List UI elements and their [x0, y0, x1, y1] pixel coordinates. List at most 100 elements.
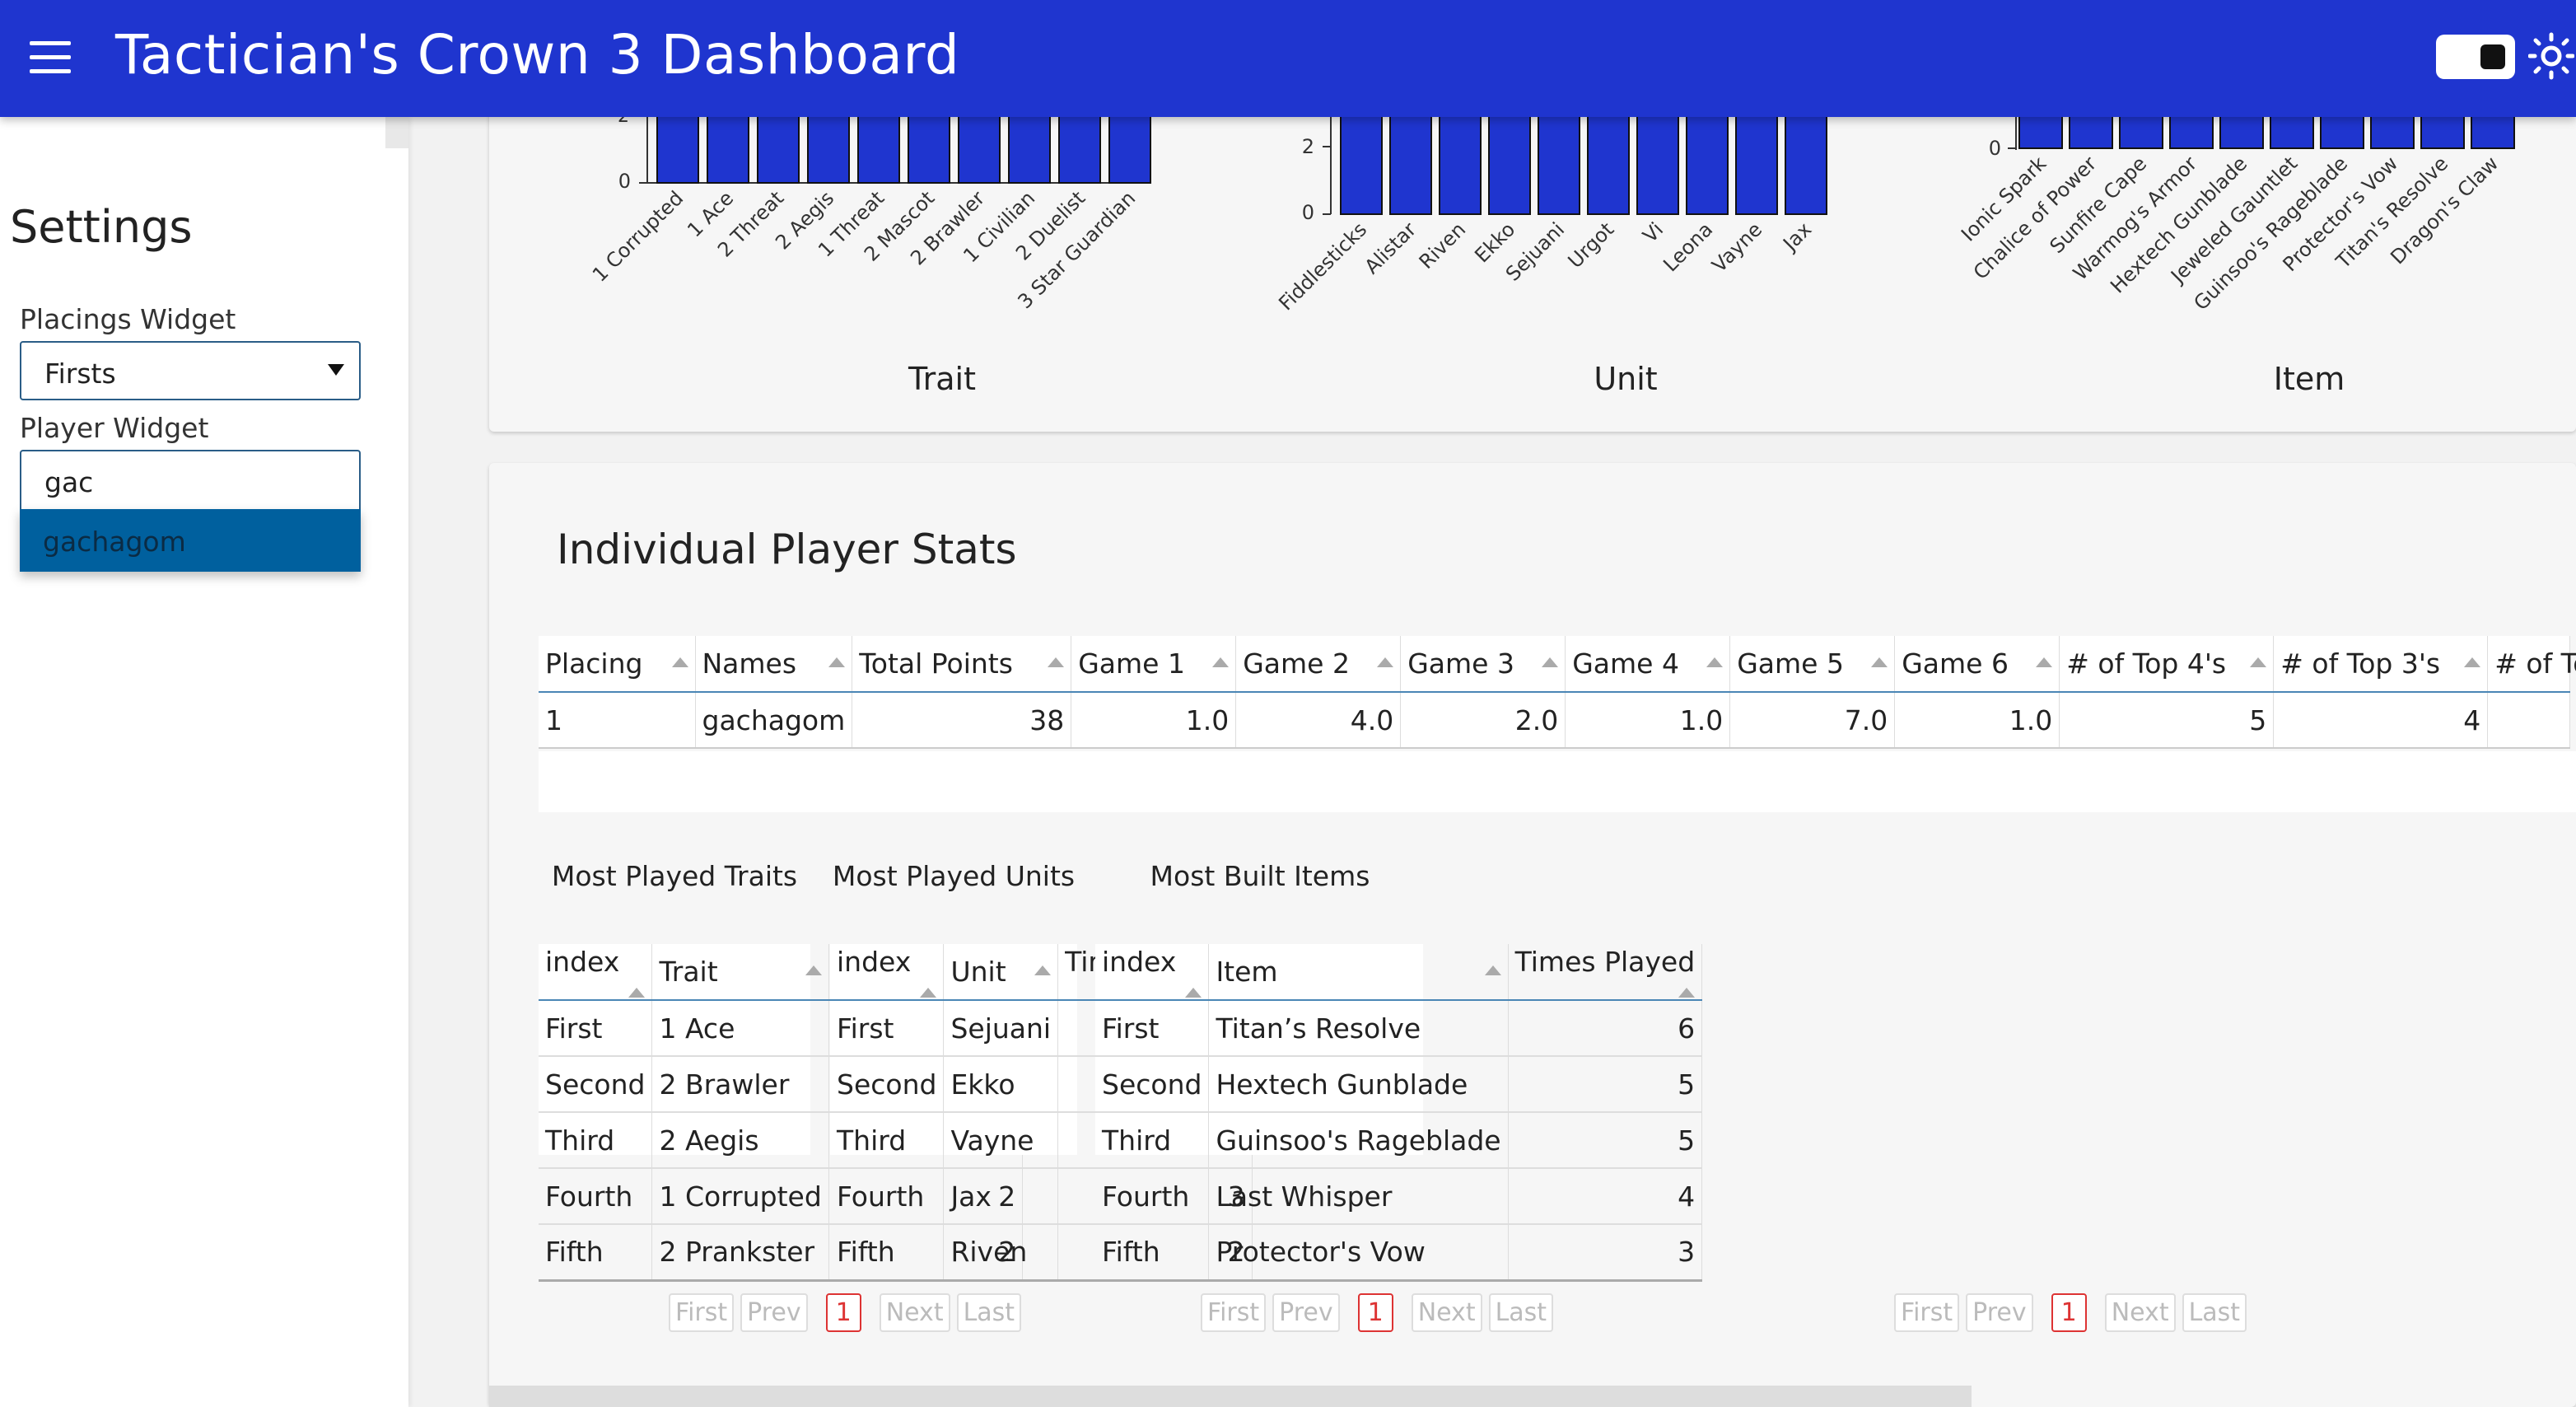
pager-last-button[interactable]: Last: [2182, 1293, 2247, 1332]
table-cell: Fourth: [830, 1168, 945, 1225]
player-input[interactable]: gac: [20, 450, 361, 512]
sort-icon[interactable]: [828, 657, 846, 667]
sort-icon[interactable]: [2250, 657, 2267, 667]
pager-first-button[interactable]: First: [1894, 1293, 1960, 1332]
unit-bar: [1735, 115, 1778, 215]
item-bar: [2018, 115, 2063, 149]
sort-icon[interactable]: [1871, 657, 1888, 667]
sort-icon[interactable]: [628, 988, 646, 998]
table-cell: gachagom: [695, 692, 853, 749]
sidebar-scrollbar[interactable]: [385, 117, 408, 148]
pager-next-button[interactable]: Next: [879, 1293, 950, 1332]
unit-axis-title: Unit: [1594, 361, 1658, 397]
column-header[interactable]: # of Top 4's: [2059, 636, 2275, 693]
sort-icon[interactable]: [1048, 657, 1065, 667]
placings-label: Placings Widget: [20, 303, 236, 335]
column-header[interactable]: # of To: [2487, 636, 2576, 693]
section-title: Individual Player Stats: [557, 526, 1017, 573]
column-header[interactable]: Names: [695, 636, 853, 693]
unit-bar: [1488, 115, 1531, 215]
table-cell: 1 Corrupted: [651, 1168, 829, 1225]
pager-last-button[interactable]: Last: [1488, 1293, 1554, 1332]
autocomplete-option[interactable]: gachagom: [20, 509, 361, 572]
pager-current-button[interactable]: 1: [825, 1293, 861, 1332]
column-header[interactable]: Game 5: [1729, 636, 1896, 693]
column-header[interactable]: index: [830, 944, 945, 1001]
sort-icon[interactable]: [1212, 657, 1230, 667]
trait-tick-label: 1 Corrupted: [588, 186, 688, 286]
pager-prev-button[interactable]: Prev: [740, 1293, 808, 1332]
app-title: Tactician's Crown 3 Dashboard: [115, 23, 960, 86]
menu-icon[interactable]: [30, 41, 71, 74]
table-cell: Protector's Vow: [1208, 1224, 1509, 1282]
pager-first-button[interactable]: First: [669, 1293, 735, 1332]
unit-bar: [1587, 115, 1630, 215]
table-cell: 1.0: [1071, 692, 1237, 749]
sort-icon[interactable]: [805, 965, 822, 975]
table-cell: Second: [1095, 1056, 1210, 1113]
player-label: Player Widget: [20, 412, 209, 444]
table-cell: Hextech Gunblade: [1208, 1056, 1509, 1113]
placings-select[interactable]: Firsts: [20, 341, 361, 400]
pager-last-button[interactable]: Last: [956, 1293, 1022, 1332]
column-header[interactable]: Trait: [651, 944, 829, 1001]
sort-icon[interactable]: [1034, 965, 1052, 975]
traits-table-title: Most Played Traits: [551, 860, 798, 892]
table-cell: 4.0: [1235, 692, 1402, 749]
item-bar: [2219, 115, 2264, 149]
unit-bar: [1389, 115, 1432, 215]
column-header[interactable]: Game 1: [1071, 636, 1237, 693]
pager-next-button[interactable]: Next: [1411, 1293, 1482, 1332]
item-bar: [2270, 115, 2314, 149]
column-header[interactable]: Total Points: [852, 636, 1072, 693]
pager-current-button[interactable]: 1: [1357, 1293, 1393, 1332]
table-row: Second Hextech Gunblade 5: [1095, 1056, 1703, 1113]
pager-next-button[interactable]: Next: [2104, 1293, 2176, 1332]
trait-bar: [958, 115, 1001, 184]
column-header[interactable]: Game 6: [1894, 636, 2060, 693]
column-header[interactable]: Item: [1208, 944, 1509, 1001]
table-cell: 6: [1508, 1000, 1703, 1057]
traits-table-wrapper: indexTraitTimes PlayedFirst1 Ace3Second2…: [539, 944, 1024, 1282]
table-cell: Fifth: [830, 1224, 945, 1282]
pager-prev-button[interactable]: Prev: [1966, 1293, 2033, 1332]
table-cell: Riven: [943, 1224, 1059, 1282]
column-header[interactable]: Game 2: [1235, 636, 1402, 693]
column-header[interactable]: index: [1095, 944, 1210, 1001]
sidebar-title: Settings: [10, 201, 193, 253]
horizontal-scrollbar[interactable]: [489, 1386, 1972, 1407]
theme-toggle[interactable]: [2436, 35, 2515, 79]
column-header[interactable]: Unit: [943, 944, 1059, 1001]
item-axis-title: Item: [2273, 361, 2345, 397]
item-bar: [2420, 115, 2465, 149]
table-cell: Fifth: [539, 1224, 653, 1282]
sort-icon[interactable]: [920, 988, 937, 998]
table-cell: [2487, 692, 2571, 749]
sort-icon[interactable]: [1678, 988, 1696, 998]
sort-icon[interactable]: [1484, 965, 1501, 975]
pager-prev-button[interactable]: Prev: [1272, 1293, 1340, 1332]
table-cell: 4: [1508, 1168, 1703, 1225]
app-header: Tactician's Crown 3 Dashboard: [0, 0, 2576, 117]
pager-current-button[interactable]: 1: [2051, 1293, 2087, 1332]
table-row: Fourth Last Whisper 4: [1095, 1168, 1703, 1225]
sort-icon[interactable]: [1185, 988, 1202, 998]
table-cell: 2 Prankster: [651, 1224, 829, 1282]
table-cell: Fourth: [1095, 1168, 1210, 1225]
sort-icon[interactable]: [2036, 657, 2053, 667]
sort-icon[interactable]: [1542, 657, 1559, 667]
pager-first-button[interactable]: First: [1201, 1293, 1267, 1332]
sort-icon[interactable]: [1706, 657, 1724, 667]
sort-icon[interactable]: [2464, 657, 2481, 667]
sun-icon[interactable]: [2528, 31, 2574, 81]
column-header[interactable]: Game 3: [1400, 636, 1566, 693]
column-header[interactable]: Times Played: [1508, 944, 1703, 1001]
sort-icon[interactable]: [1377, 657, 1394, 667]
unit-tick-label: Fiddlesticks: [1274, 217, 1371, 315]
column-header[interactable]: index: [539, 944, 653, 1001]
sort-icon[interactable]: [671, 657, 688, 667]
column-header[interactable]: Game 4: [1565, 636, 1731, 693]
column-header[interactable]: # of Top 3's: [2273, 636, 2489, 693]
column-header[interactable]: Placing: [539, 636, 696, 693]
unit-bar: [1439, 115, 1482, 215]
